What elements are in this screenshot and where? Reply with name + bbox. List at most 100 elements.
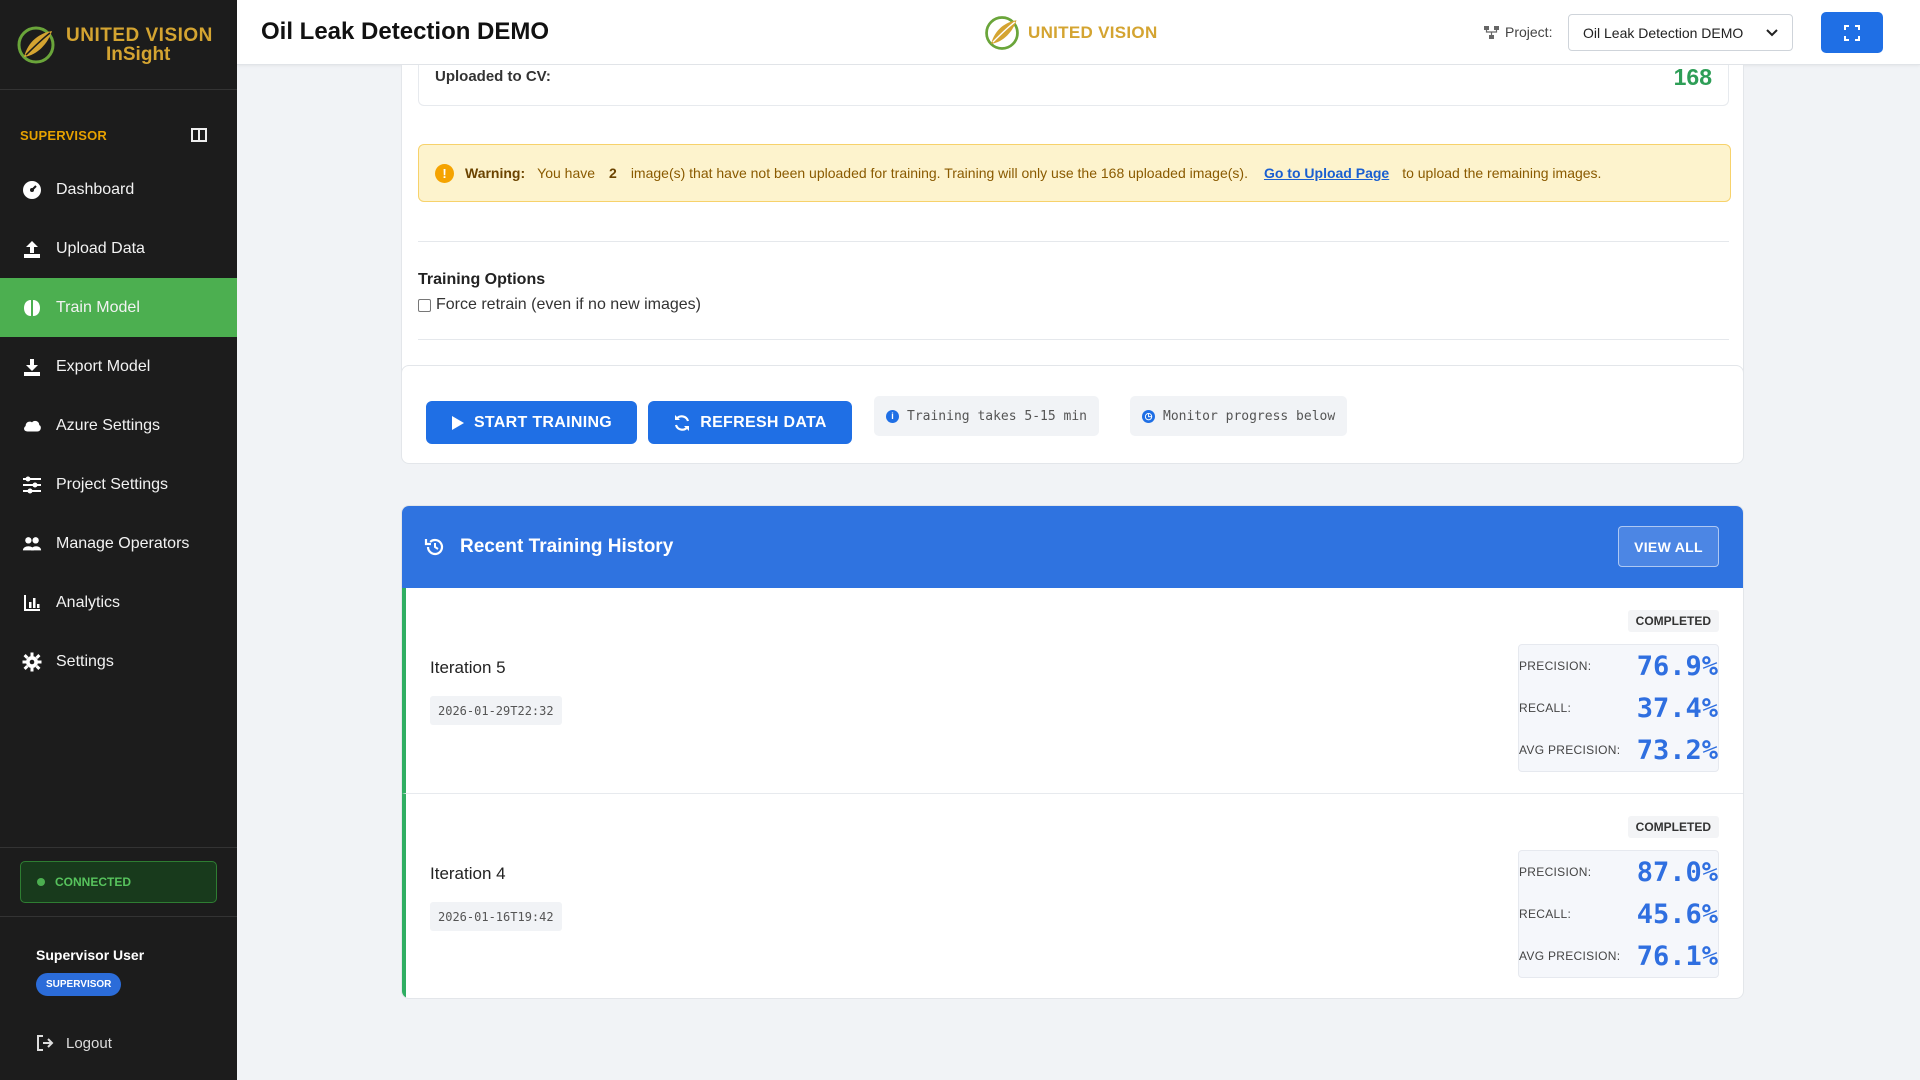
view-all-button[interactable]: VIEW ALL xyxy=(1618,526,1719,567)
training-data-card: Uploaded to CV: 168 ! Warning: You have … xyxy=(401,65,1744,385)
sidebar-item-train-model[interactable]: Train Model xyxy=(0,278,237,337)
start-training-button[interactable]: START TRAINING xyxy=(426,401,637,444)
recall-label: RECALL: xyxy=(1519,701,1572,715)
sidebar-item-settings[interactable]: Settings xyxy=(0,632,237,691)
iteration-name: Iteration 4 xyxy=(430,864,506,883)
uploaded-count: 168 xyxy=(1673,65,1712,90)
expand-icon xyxy=(1844,24,1860,41)
header-brand-logo: UNITED VISION xyxy=(982,13,1158,53)
recall-row: RECALL: 45.6% xyxy=(1519,893,1718,935)
clock-icon: ◷ xyxy=(1142,409,1155,423)
divider xyxy=(418,241,1729,242)
iteration-name: Iteration 5 xyxy=(430,658,506,677)
metrics-panel: PRECISION: 76.9% RECALL: 37.4% AVG PRECI… xyxy=(1518,644,1719,772)
status-badge: COMPLETED xyxy=(1627,816,1719,838)
page-title: Oil Leak Detection DEMO xyxy=(261,18,550,45)
recall-row: RECALL: 37.4% xyxy=(1519,687,1718,729)
sidebar-item-label: Upload Data xyxy=(56,239,145,257)
warning-alert: ! Warning: You have 2 image(s) that have… xyxy=(418,144,1731,202)
training-duration-hint: i Training takes 5-15 min xyxy=(874,396,1100,436)
history-item[interactable]: Iteration 5 2026-01-29T22:32 COMPLETED P… xyxy=(402,588,1743,794)
sidebar-item-dashboard[interactable]: Dashboard xyxy=(0,160,237,219)
gear-icon xyxy=(22,652,42,672)
uploaded-label: Uploaded to CV: xyxy=(435,68,551,85)
precision-value: 87.0% xyxy=(1636,856,1718,888)
history-item[interactable]: Iteration 4 2026-01-16T19:42 COMPLETED P… xyxy=(402,794,1743,998)
download-icon xyxy=(22,357,42,377)
project-label-text: Project: xyxy=(1505,24,1553,40)
training-options-title: Training Options xyxy=(418,271,546,288)
history-header: Recent Training History VIEW ALL xyxy=(402,506,1743,588)
sidebar-footer: CONNECTED Supervisor User SUPERVISOR xyxy=(0,847,237,996)
monitor-progress-text: Monitor progress below xyxy=(1163,408,1336,424)
avg-precision-value: 76.1% xyxy=(1636,940,1718,972)
warning-count: 2 xyxy=(609,165,617,181)
sidebar-item-label: Project Settings xyxy=(56,475,169,493)
status-badge: COMPLETED xyxy=(1627,610,1719,632)
avg-precision-label: AVG PRECISION: xyxy=(1519,949,1621,963)
sidebar-item-label: Manage Operators xyxy=(56,534,190,552)
gauge-icon xyxy=(22,180,42,200)
project-select-value: Oil Leak Detection DEMO xyxy=(1583,24,1744,41)
sidebar-item-label: Settings xyxy=(56,652,114,670)
training-duration-text: Training takes 5-15 min xyxy=(907,408,1088,424)
info-icon: i xyxy=(886,409,899,423)
user-role-badge: SUPERVISOR xyxy=(36,973,122,996)
precision-label: PRECISION: xyxy=(1519,659,1592,673)
warning-text-2: image(s) that have not been uploaded for… xyxy=(630,165,1248,181)
warning-icon: ! xyxy=(435,163,454,183)
sidebar-item-upload-data[interactable]: Upload Data xyxy=(0,219,237,278)
top-bar: Oil Leak Detection DEMO UNITED VISION Pr… xyxy=(237,0,1920,65)
sidebar-item-label: Azure Settings xyxy=(56,416,161,434)
project-select[interactable]: Oil Leak Detection DEMO xyxy=(1568,14,1793,51)
brand-leaf-icon xyxy=(985,16,1019,50)
upload-page-link[interactable]: Go to Upload Page xyxy=(1264,165,1389,181)
brain-icon xyxy=(22,298,42,318)
recall-label: RECALL: xyxy=(1519,907,1572,921)
users-icon xyxy=(22,534,42,554)
recall-value: 37.4% xyxy=(1636,692,1718,724)
sidebar: UNITED VISION InSight SUPERVISOR Dashboa… xyxy=(0,0,237,1080)
uploaded-summary: Uploaded to CV: 168 xyxy=(418,65,1729,106)
force-retrain-option[interactable]: Force retrain (even if no new images) xyxy=(418,296,701,314)
sidebar-toggle-icon[interactable] xyxy=(191,128,207,142)
sidebar-item-manage-operators[interactable]: Manage Operators xyxy=(0,514,237,573)
user-name: Supervisor User xyxy=(36,947,145,963)
chart-icon xyxy=(22,593,42,613)
sidebar-item-analytics[interactable]: Analytics xyxy=(0,573,237,632)
avg-precision-value: 73.2% xyxy=(1636,734,1718,766)
precision-row: PRECISION: 87.0% xyxy=(1519,851,1718,893)
refresh-data-button[interactable]: REFRESH DATA xyxy=(648,401,852,444)
sidebar-item-export-model[interactable]: Export Model xyxy=(0,337,237,396)
status-dot-icon xyxy=(37,878,45,886)
brand-leaf-icon xyxy=(17,26,55,63)
iteration-date: 2026-01-16T19:42 xyxy=(430,902,562,931)
chevron-down-icon xyxy=(1766,28,1778,36)
metrics-panel: PRECISION: 87.0% RECALL: 45.6% AVG PRECI… xyxy=(1518,850,1719,978)
brand-logo[interactable]: UNITED VISION InSight xyxy=(0,0,237,90)
force-retrain-checkbox[interactable] xyxy=(418,298,431,312)
logout-label: Logout xyxy=(66,1034,112,1052)
training-actions-card: START TRAINING REFRESH DATA i Training t… xyxy=(401,365,1744,464)
sliders-icon xyxy=(22,475,42,495)
sidebar-item-project-settings[interactable]: Project Settings xyxy=(0,455,237,514)
sidebar-item-azure-settings[interactable]: Azure Settings xyxy=(0,396,237,455)
user-info: Supervisor User SUPERVISOR xyxy=(0,916,237,996)
main-content: Uploaded to CV: 168 ! Warning: You have … xyxy=(237,65,1903,1080)
fullscreen-button[interactable] xyxy=(1821,12,1883,53)
cloud-icon xyxy=(22,416,42,436)
sidebar-item-label: Export Model xyxy=(56,357,151,375)
recall-value: 45.6% xyxy=(1636,898,1718,930)
brand-name: UNITED VISION xyxy=(66,24,213,46)
history-icon xyxy=(424,538,444,556)
precision-row: PRECISION: 76.9% xyxy=(1519,645,1718,687)
warning-label: Warning: xyxy=(465,165,526,181)
brand-subname: InSight xyxy=(106,43,171,65)
iteration-date: 2026-01-29T22:32 xyxy=(430,696,562,725)
training-history-card: Recent Training History VIEW ALL Iterati… xyxy=(401,505,1744,999)
project-tree-icon xyxy=(1484,25,1499,39)
logout-button[interactable]: Logout xyxy=(36,1034,112,1052)
warning-text-1: You have xyxy=(537,165,596,181)
avg-precision-label: AVG PRECISION: xyxy=(1519,743,1621,757)
refresh-icon xyxy=(675,414,690,431)
